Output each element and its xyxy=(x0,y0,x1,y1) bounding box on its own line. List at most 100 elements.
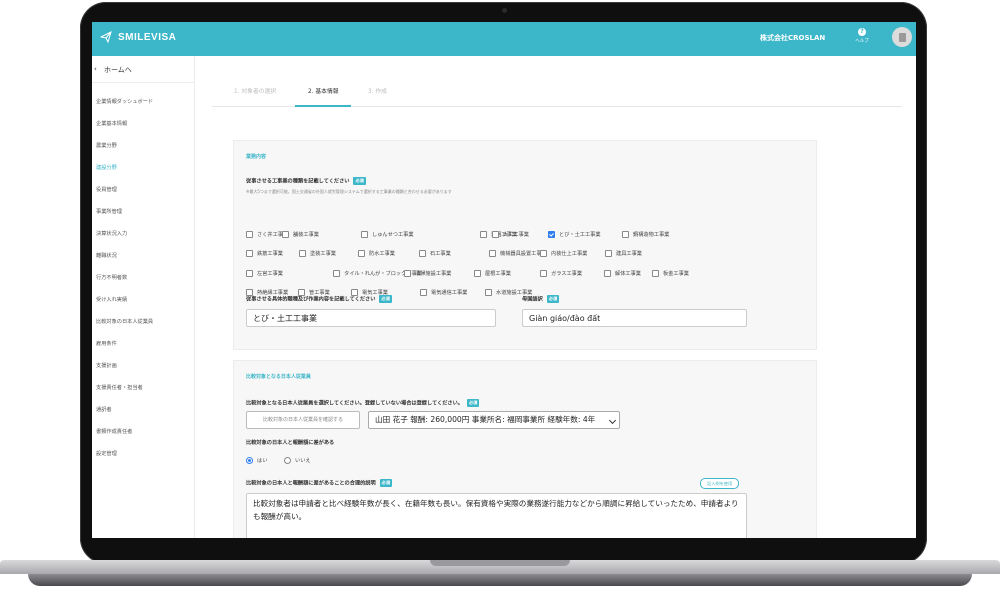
sidebar-item[interactable]: 書類作成責任者 xyxy=(96,428,132,435)
checkbox-label: 内装仕上工事業 xyxy=(551,251,588,257)
sidebar-item[interactable]: 設定管理 xyxy=(96,450,117,457)
checkbox-label: 防水工事業 xyxy=(369,251,395,257)
checkbox-box xyxy=(605,250,612,257)
work-type-checkbox[interactable]: 建具工事業 xyxy=(605,250,642,257)
sidebar-item[interactable]: 支援計画 xyxy=(96,362,117,369)
paper-plane-icon xyxy=(100,31,112,43)
checkbox-label: 鋼構造物工事業 xyxy=(633,232,670,238)
work-type-checkbox[interactable]: 塗装工事業 xyxy=(299,250,336,257)
sidebar-item[interactable]: 決算状況入力 xyxy=(96,230,127,237)
checkbox-label: 板金工事業 xyxy=(663,271,689,277)
required-badge: 必須 xyxy=(466,399,480,407)
work-type-checkbox[interactable]: しゅんせつ工事業 xyxy=(361,231,414,238)
job-label: 従事させる具体的職種及び作業内容を記載してください 必須 xyxy=(246,295,392,303)
compare-section: 比較対象となる日本人従業員 比較対象となる日本人従業員を選択してください。登録し… xyxy=(233,360,817,538)
checkbox-box xyxy=(540,250,547,257)
user-icon xyxy=(898,32,906,42)
native-label: 母国語訳 必須 xyxy=(522,295,560,303)
checkbox-box xyxy=(540,270,547,277)
work-type-checkbox[interactable]: 左官工事業 xyxy=(246,270,283,277)
section-title: 比較対象となる日本人従業員 xyxy=(246,374,311,380)
radio-yes[interactable]: はい xyxy=(246,457,267,464)
types-note: ※最大5つまで選択可能。国土交通省の外国人就労管理システムで選択する工事業の種類… xyxy=(246,189,452,194)
radio-no-dot xyxy=(284,457,291,464)
sidebar-item[interactable]: 雇用条件 xyxy=(96,340,117,347)
company-name: 株式会社CROSLAN xyxy=(760,34,826,42)
work-type-checkbox[interactable]: 清掃施設工事業 xyxy=(404,270,451,277)
checkbox-label: 塗装工事業 xyxy=(310,251,336,257)
tab-select-target[interactable]: 1. 対象者の選択 xyxy=(234,86,276,95)
checkbox-box xyxy=(358,250,365,257)
work-type-checkbox[interactable]: 解体工事業 xyxy=(604,270,641,277)
work-type-checkbox[interactable]: 鋼構造物工事業 xyxy=(622,231,669,238)
work-type-checkbox[interactable]: 内装仕上工事業 xyxy=(540,250,587,257)
checkbox-box xyxy=(548,231,555,238)
work-type-checkbox[interactable]: 屋根工事業 xyxy=(474,270,511,277)
tab-create[interactable]: 3. 作成 xyxy=(368,86,387,95)
checkbox-box xyxy=(489,250,496,257)
checkbox-label: 大工工事業 xyxy=(503,232,529,238)
work-section: 業務内容 従事させる工事業の種類を記載してください 必須 ※最大5つまで選択可能。… xyxy=(233,140,817,350)
required-badge: 必須 xyxy=(353,177,366,185)
app-screen: SMILEVISA 株式会社CROSLAN ? ヘルプ ‹ ホームへ 企業情報ダ… xyxy=(92,22,916,538)
checkbox-box xyxy=(485,289,492,296)
tab-basic-info[interactable]: 2. 基本情報 xyxy=(308,86,339,95)
checkbox-box xyxy=(604,270,611,277)
checkbox-box xyxy=(480,231,487,238)
check-employee-button[interactable]: 比較対象の日本人従業員を確認する xyxy=(246,411,360,429)
sidebar-item[interactable]: 通訳者 xyxy=(96,406,112,413)
checkbox-label: ガラス工事業 xyxy=(551,271,583,277)
help-button[interactable]: ? ヘルプ xyxy=(852,28,872,44)
checkbox-label: しゅんせつ工事業 xyxy=(372,232,414,238)
select-label-text: 比較対象となる日本人従業員を選択してください。登録していない場合は登録してくださ… xyxy=(246,400,463,407)
checkbox-label: 解体工事業 xyxy=(615,271,641,277)
sidebar-item[interactable]: 役員管理 xyxy=(96,186,117,193)
work-type-checkbox[interactable]: 鉄筋工事業 xyxy=(246,250,283,257)
sidebar-item[interactable]: 支援責任者・担当者 xyxy=(96,384,143,391)
work-type-checkbox[interactable]: 防水工事業 xyxy=(358,250,395,257)
checkbox-label: 屋根工事業 xyxy=(485,271,511,277)
work-type-checkbox[interactable]: 板金工事業 xyxy=(652,270,689,277)
work-type-checkbox[interactable]: 機械器具設置工事業 xyxy=(489,250,547,257)
sidebar-item[interactable]: 企業基本情報 xyxy=(96,120,127,127)
employee-select-value: 山田 花子 報酬: 260,000円 事業所名: 福岡事業所 経験年数: 4年 xyxy=(375,415,596,424)
native-label-text: 母国語訳 xyxy=(522,296,543,303)
avatar[interactable] xyxy=(892,27,912,47)
sidebar-item[interactable]: 企業情報ダッシュボード xyxy=(96,98,153,105)
home-link[interactable]: ‹ ホームへ xyxy=(92,56,194,83)
base-notch xyxy=(430,560,570,566)
checkbox-box xyxy=(299,250,306,257)
reason-textarea[interactable]: 比較対象者は申請者と比べ経験年数が長く、在籍年数も長い。保有資格や実際の業務遂行… xyxy=(246,493,747,538)
checkbox-label: 舗装工事業 xyxy=(293,232,319,238)
job-input[interactable]: とび・土工工事業 xyxy=(246,309,496,327)
work-type-checkbox[interactable]: 電気通信工事業 xyxy=(420,289,467,296)
sidebar-item[interactable]: 行方不明者数 xyxy=(96,274,127,281)
app-name: SMILEVISA xyxy=(118,31,177,43)
app-logo[interactable]: SMILEVISA xyxy=(100,31,176,43)
sidebar-item[interactable]: 離職状況 xyxy=(96,252,117,259)
sidebar-item[interactable]: 農業分野 xyxy=(96,142,117,149)
checkbox-box xyxy=(361,231,368,238)
sidebar-item[interactable]: 建設分野 xyxy=(96,164,117,171)
types-label: 従事させる工事業の種類を記載してください 必須 xyxy=(246,177,366,185)
sidebar-item[interactable]: 事業所管理 xyxy=(96,208,122,215)
base-bottom xyxy=(28,574,972,586)
checkbox-label: とび・土工工事業 xyxy=(559,232,601,238)
work-type-checkbox[interactable]: 舗装工事業 xyxy=(282,231,319,238)
sidebar-item[interactable]: 比較対象の日本人従業員 xyxy=(96,318,153,325)
reason-label: 比較対象の日本人と報酬額に差があることの合理的説明 必須 xyxy=(246,479,393,487)
work-type-checkbox[interactable]: とび・土工工事業 xyxy=(548,231,601,238)
chevron-down-icon xyxy=(608,416,617,425)
sidebar-item[interactable]: 受け入れ実績 xyxy=(96,296,127,303)
checkbox-box xyxy=(404,270,411,277)
work-type-checkbox[interactable]: ガラス工事業 xyxy=(540,270,582,277)
active-tab-indicator xyxy=(295,105,351,107)
work-type-checkbox[interactable]: 石工事業 xyxy=(419,250,451,257)
radio-no[interactable]: いいえ xyxy=(284,457,311,464)
use-example-button[interactable]: 記入例を使用 xyxy=(700,478,740,489)
work-type-checkbox[interactable]: 大工工事業 xyxy=(492,231,529,238)
employee-select[interactable]: 山田 花子 報酬: 260,000円 事業所名: 福岡事業所 経験年数: 4年 xyxy=(368,411,620,429)
native-input[interactable]: Giàn giáo/đào đất xyxy=(522,309,747,327)
checkbox-box xyxy=(652,270,659,277)
help-icon: ? xyxy=(858,28,866,36)
